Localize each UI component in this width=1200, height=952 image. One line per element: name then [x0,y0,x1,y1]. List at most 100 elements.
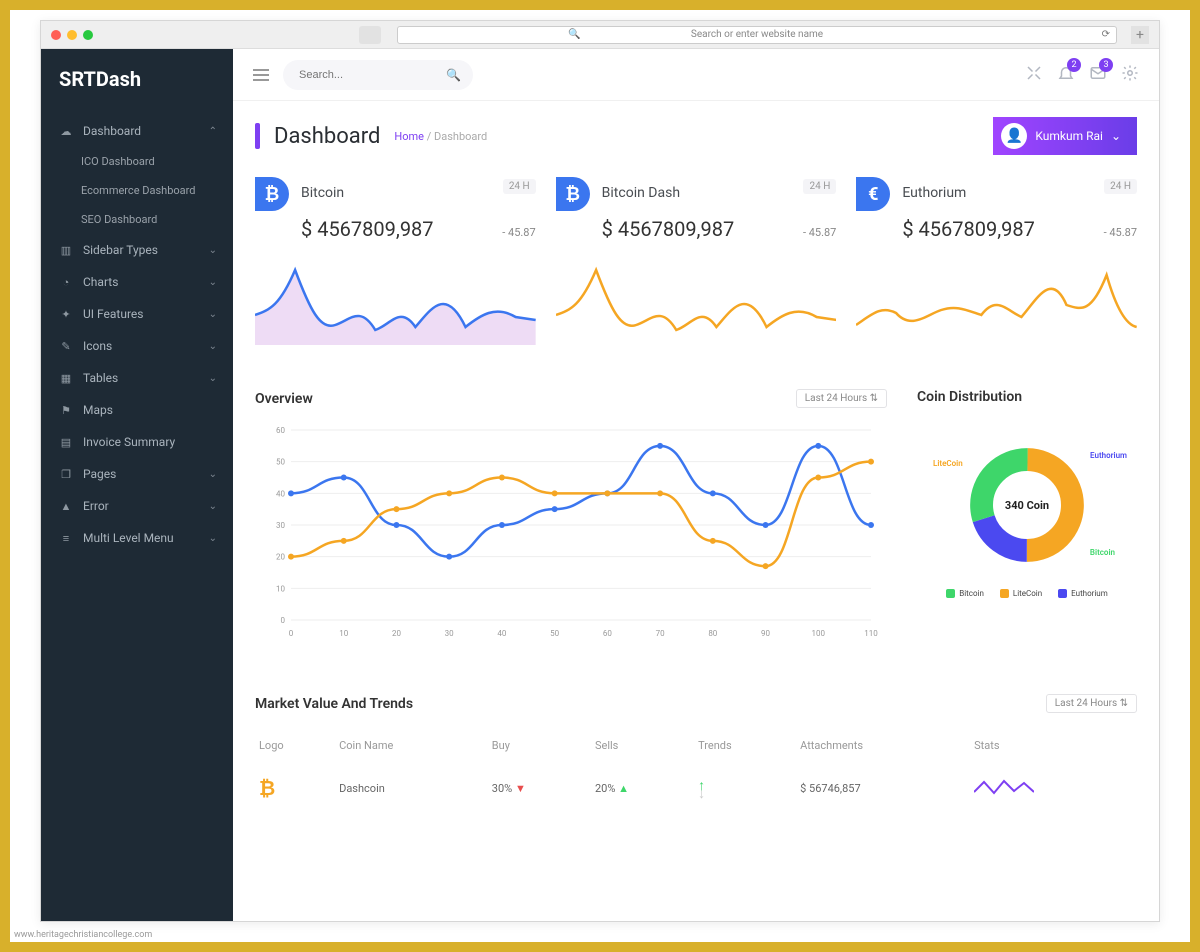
card-name: Bitcoin Dash [602,185,680,201]
dashboard-icon: ☁ [57,125,75,138]
multilevel-icon: ≡ [57,532,75,545]
sidebar-item-multilevel[interactable]: ≡ Multi Level Menu ⌄ [41,522,233,554]
market-table: Logo Coin Name Buy Sells Trends Attachme… [255,729,1137,815]
svg-text:30: 30 [445,629,454,638]
sidebar-item-sidebar-types[interactable]: ▥ Sidebar Types ⌄ [41,234,233,266]
sidebar-sub-ecommerce[interactable]: Ecommerce Dashboard [41,176,233,205]
svg-text:40: 40 [276,489,285,498]
card-euthorium[interactable]: € Euthorium 24 H $ 4567809,987 - 45.87 [856,175,1137,349]
sidebar-item-label: Tables [83,371,118,385]
mail-badge: 3 [1099,58,1113,72]
app-root: SRTDash ☁ Dashboard ⌃ ICO Dashboard Ecom… [41,49,1159,921]
donut-legend: Bitcoin LiteCoin Euthorium [917,589,1137,598]
overview-range-picker[interactable]: Last 24 Hours ⇅ [796,389,887,408]
sidebar-sub-ico[interactable]: ICO Dashboard [41,147,233,176]
sidebar-item-uifeatures[interactable]: ✦ UI Features ⌄ [41,298,233,330]
menu-toggle-icon[interactable] [253,66,269,84]
period-badge: 24 H [803,179,836,194]
sidebar-sub-seo[interactable]: SEO Dashboard [41,205,233,234]
sparkline-bitcoindash [556,255,837,345]
donut-label-euth: Euthorium [1090,451,1127,460]
bell-badge: 2 [1067,58,1081,72]
chevron-down-icon: ⌄ [209,533,217,544]
card-bitcoin-dash[interactable]: ₿ Bitcoin Dash 24 H $ 4567809,987 - 45.8… [556,175,837,349]
sidebar-item-charts[interactable]: ◔ Charts ⌄ [41,266,233,298]
mail-icon[interactable]: 3 [1089,64,1107,86]
card-bitcoin[interactable]: ₿ Bitcoin 24 H $ 4567809,987 - 45.87 [255,175,536,349]
browser-window: 🔍 Search or enter website name ⟳ + SRTDa… [40,20,1160,922]
card-change: - 45.87 [803,226,836,239]
svg-text:80: 80 [708,629,717,638]
window-minimize-dot[interactable] [67,30,77,40]
sparkline-euthorium [856,255,1137,345]
chevron-down-icon: ⌄ [209,277,217,288]
maps-icon: ⚑ [57,404,75,417]
market-range-picker[interactable]: Last 24 Hours ⇅ [1046,694,1137,713]
sidebar: SRTDash ☁ Dashboard ⌃ ICO Dashboard Ecom… [41,49,233,921]
overview-panel: Overview Last 24 Hours ⇅ 010203040506001… [255,389,887,644]
chevron-up-icon: ⌃ [209,126,217,137]
sidebar-item-error[interactable]: ▲ Error ⌄ [41,490,233,522]
reload-icon[interactable]: ⟳ [1102,29,1110,40]
svg-text:70: 70 [656,629,665,638]
chevron-down-icon: ⌄ [209,245,217,256]
window-close-dot[interactable] [51,30,61,40]
legend-euthorium: Euthorium [1058,589,1108,598]
chevron-down-icon: ⌄ [209,469,217,480]
donut-center-label: 340 Coin [967,445,1087,565]
sidebar-item-invoice[interactable]: ▤ Invoice Summary [41,426,233,458]
chevron-down-icon: ⌄ [209,501,217,512]
col-logo: Logo [255,729,335,762]
picker-label: Last 24 Hours [805,393,867,404]
bell-icon[interactable]: 2 [1057,64,1075,86]
browser-url-bar[interactable]: 🔍 Search or enter website name ⟳ [397,26,1117,44]
card-change: - 45.87 [1104,226,1137,239]
card-value: $ 4567809,987 [602,217,735,241]
col-stats: Stats [970,729,1137,762]
gear-icon[interactable] [1121,64,1139,86]
cell-coin: Dashcoin [335,762,488,815]
svg-text:10: 10 [276,584,285,593]
breadcrumb-home[interactable]: Home [394,130,424,143]
window-zoom-dot[interactable] [83,30,93,40]
accent-bar [255,123,260,149]
sidebar-item-icons[interactable]: ✎ Icons ⌄ [41,330,233,362]
svg-text:40: 40 [497,629,506,638]
donut-label-btc: Bitcoin [1090,548,1115,557]
sidebar-item-label: Pages [83,467,116,481]
sidebar-item-tables[interactable]: ▦ Tables ⌄ [41,362,233,394]
sparkline-bitcoin [255,255,536,345]
overview-chart: 01020304050600102030405060708090100110 [255,420,887,640]
sidebar-item-label: UI Features [83,307,143,321]
browser-shield-icon[interactable] [359,26,381,44]
sidebar-item-dashboard[interactable]: ☁ Dashboard ⌃ [41,115,233,147]
cell-sells: 20% ▲ [591,762,694,815]
col-coin: Coin Name [335,729,488,762]
card-change: - 45.87 [502,226,535,239]
main-area: 🔍 2 3 Dashboa [233,49,1159,921]
svg-text:50: 50 [550,629,559,638]
svg-text:60: 60 [276,426,285,435]
card-value: $ 4567809,987 [902,217,1035,241]
svg-text:10: 10 [339,629,348,638]
user-menu-button[interactable]: Kumkum Rai ⌄ [993,117,1137,155]
fullscreen-icon[interactable] [1025,64,1043,86]
donut-chart: 340 Coin LiteCoin Euthorium Bitcoin [967,445,1087,565]
sidebar-item-label: Charts [83,275,118,289]
new-tab-button[interactable]: + [1131,26,1149,44]
svg-text:60: 60 [603,629,612,638]
period-badge: 24 H [1104,179,1137,194]
app-logo[interactable]: SRTDash [41,49,233,115]
bitcoin-dash-icon: ₿ [556,177,590,211]
sidebar-item-maps[interactable]: ⚑ Maps [41,394,233,426]
overview-title: Overview [255,391,313,407]
svg-text:110: 110 [864,629,878,638]
sidebar-item-pages[interactable]: ❐ Pages ⌄ [41,458,233,490]
search-icon[interactable]: 🔍 [446,68,461,82]
cell-buy: 30% ▼ [488,762,591,815]
breadcrumb-sep: / [427,130,432,143]
table-row[interactable]: ₿ Dashcoin 30% ▼ 20% ▲ ↑↓ $ 56746,857 [255,762,1137,815]
sidebar-item-label: Error [83,499,109,513]
legend-bitcoin: Bitcoin [946,589,984,598]
search-input[interactable] [283,60,473,90]
